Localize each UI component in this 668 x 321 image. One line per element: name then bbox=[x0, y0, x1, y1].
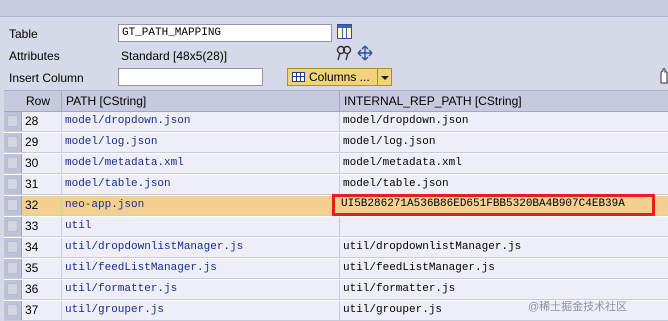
path-cell[interactable]: neo-app.json bbox=[65, 196, 144, 215]
row-selector[interactable] bbox=[4, 217, 22, 236]
path-cell[interactable]: model/table.json bbox=[65, 175, 171, 194]
row-number: 32 bbox=[25, 198, 39, 212]
internal-path-cell[interactable]: util/formatter.js bbox=[343, 280, 455, 299]
header-row[interactable]: Row bbox=[26, 91, 50, 111]
row-number: 33 bbox=[25, 219, 39, 233]
grid-header: Row PATH [CString] INTERNAL_REP_PATH [CS… bbox=[4, 91, 668, 112]
header-path[interactable]: PATH [CString] bbox=[66, 91, 146, 111]
table-name-field[interactable]: GT_PATH_MAPPING bbox=[118, 24, 332, 42]
hand-pointer-icon bbox=[660, 68, 668, 84]
row-number: 31 bbox=[25, 177, 39, 191]
row-selector[interactable] bbox=[4, 238, 22, 257]
columns-button-label: Columns ... bbox=[309, 70, 370, 84]
internal-path-cell[interactable]: util/grouper.js bbox=[343, 301, 442, 320]
table-row[interactable]: 35 util/feedListManager.js util/feedListMa… bbox=[4, 259, 668, 279]
row-selector[interactable] bbox=[4, 154, 22, 173]
internal-path-cell[interactable]: model/metadata.xml bbox=[343, 154, 462, 173]
row-number: 28 bbox=[25, 114, 39, 128]
table-row[interactable]: 29 model/log.json model/log.json bbox=[4, 133, 668, 153]
highlighted-internal-path: UI5B286271A536B86ED651FBB5320BA4B907C4EB… bbox=[341, 198, 625, 210]
table-label: Table bbox=[9, 27, 38, 41]
row-number: 34 bbox=[25, 240, 39, 254]
internal-path-cell[interactable]: util/dropdownlistManager.js bbox=[343, 238, 521, 257]
path-cell[interactable]: model/log.json bbox=[65, 133, 157, 152]
row-selector[interactable] bbox=[4, 175, 22, 194]
internal-path-cell[interactable]: util/feedListManager.js bbox=[343, 259, 495, 278]
row-number: 37 bbox=[25, 303, 39, 317]
row-number: 30 bbox=[25, 156, 39, 170]
table-view-icon[interactable] bbox=[337, 24, 352, 39]
row-number: 35 bbox=[25, 261, 39, 275]
path-cell[interactable]: util/dropdownlistManager.js bbox=[65, 238, 243, 257]
table-row[interactable]: 33 util bbox=[4, 217, 668, 237]
attributes-label: Attributes bbox=[9, 49, 60, 63]
path-cell[interactable]: model/dropdown.json bbox=[65, 112, 190, 131]
glasses-icon[interactable] bbox=[336, 45, 352, 61]
path-cell[interactable]: util bbox=[65, 217, 91, 236]
columns-button[interactable]: Columns ... bbox=[287, 68, 392, 86]
columns-grid-icon bbox=[292, 72, 305, 82]
row-selector[interactable] bbox=[4, 196, 22, 215]
top-toolbar bbox=[0, 0, 668, 17]
row-number: 29 bbox=[25, 135, 39, 149]
table-row[interactable]: 31 model/table.json model/table.json bbox=[4, 175, 668, 195]
chevron-down-icon[interactable] bbox=[377, 69, 391, 85]
path-cell[interactable]: model/metadata.xml bbox=[65, 154, 184, 173]
row-selector[interactable] bbox=[4, 112, 22, 131]
row-selector[interactable] bbox=[4, 259, 22, 278]
table-row[interactable]: 34 util/dropdownlistManager.js util/dropdo… bbox=[4, 238, 668, 258]
attributes-value: Standard [48x5(28)] bbox=[121, 49, 228, 63]
insert-column-label: Insert Column bbox=[9, 71, 84, 85]
move-arrows-icon[interactable] bbox=[356, 45, 374, 61]
path-cell[interactable]: util/feedListManager.js bbox=[65, 259, 217, 278]
path-cell[interactable]: util/grouper.js bbox=[65, 301, 164, 320]
internal-path-cell[interactable]: model/log.json bbox=[343, 133, 435, 152]
internal-path-cell[interactable]: model/dropdown.json bbox=[343, 112, 468, 131]
table-row[interactable]: 30 model/metadata.xml model/metadata.xml bbox=[4, 154, 668, 174]
table-row[interactable]: 36 util/formatter.js util/formatter.js bbox=[4, 280, 668, 300]
table-row[interactable]: 28 model/dropdown.json model/dropdown.json bbox=[4, 112, 668, 132]
header-internal-rep-path[interactable]: INTERNAL_REP_PATH [CString] bbox=[344, 91, 522, 111]
internal-path-cell[interactable]: model/table.json bbox=[343, 175, 449, 194]
row-selector[interactable] bbox=[4, 133, 22, 152]
row-number: 36 bbox=[25, 282, 39, 296]
watermark: @稀土掘金技术社区 bbox=[528, 301, 628, 313]
row-selector[interactable] bbox=[4, 280, 22, 299]
row-selector[interactable] bbox=[4, 301, 22, 320]
insert-column-field[interactable] bbox=[118, 68, 263, 86]
path-cell[interactable]: util/formatter.js bbox=[65, 280, 177, 299]
